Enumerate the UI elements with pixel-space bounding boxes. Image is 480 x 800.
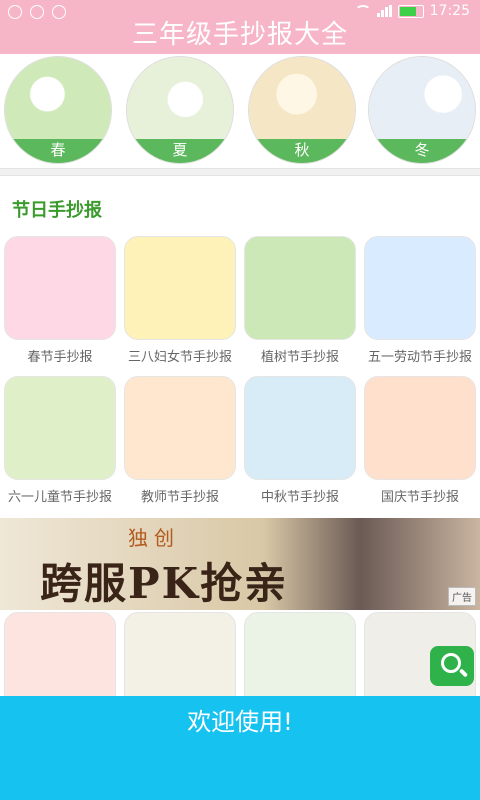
festival-label: 教师节手抄报: [140, 490, 219, 505]
season-label: 夏: [127, 139, 233, 163]
season-spring[interactable]: 春: [4, 56, 112, 164]
welcome-text: 欢迎使用!: [187, 708, 293, 736]
festival-thumbnail: [124, 376, 236, 480]
season-winter[interactable]: 冬: [368, 56, 476, 164]
festival-tile[interactable]: 三八妇女节手抄报: [124, 236, 236, 365]
search-icon: [441, 653, 461, 673]
festival-tile[interactable]: 中秋节手抄报: [244, 376, 356, 505]
season-summer[interactable]: 夏: [126, 56, 234, 164]
page-title: 三年级手抄报大全: [131, 20, 348, 50]
welcome-banner: 欢迎使用!: [0, 696, 480, 800]
festival-tile[interactable]: 教师节手抄报: [124, 376, 236, 505]
festival-tile[interactable]: 植树节手抄报: [244, 236, 356, 365]
festival-thumbnail: [4, 236, 116, 340]
festival-label: 五一劳动节手抄报: [367, 350, 472, 365]
season-row: 春 夏 秋 冬: [0, 54, 480, 166]
festival-label: 中秋节手抄报: [260, 490, 339, 505]
festival-tile[interactable]: 六一儿童节手抄报: [4, 376, 116, 505]
festival-thumbnail: [124, 236, 236, 340]
festival-grid-row-partial: [4, 610, 476, 712]
season-label: 秋: [249, 139, 355, 163]
section-divider: [0, 168, 480, 176]
season-label: 春: [5, 139, 111, 163]
festival-tile[interactable]: 五一劳动节手抄报: [364, 236, 476, 365]
festival-label: 六一儿童节手抄报: [7, 490, 112, 505]
festival-thumbnail: [244, 376, 356, 480]
ad-text-line2: 跨服PK抢亲: [40, 559, 289, 608]
search-button[interactable]: [430, 646, 474, 686]
festival-tile[interactable]: 春节手抄报: [4, 236, 116, 365]
festival-label: 国庆节手抄报: [380, 490, 459, 505]
festival-label: 春节手抄报: [27, 350, 93, 365]
ad-badge: 广告: [448, 587, 476, 606]
festival-label: 三八妇女节手抄报: [127, 350, 232, 365]
festival-thumbnail: [244, 236, 356, 340]
season-autumn[interactable]: 秋: [248, 56, 356, 164]
festival-label: 植树节手抄报: [260, 350, 339, 365]
section-title: 节日手抄报: [12, 200, 102, 221]
ad-banner[interactable]: 独创 跨服PK抢亲 广告: [0, 518, 480, 610]
festival-tile[interactable]: 国庆节手抄报: [364, 376, 476, 505]
festival-thumbnail: [4, 376, 116, 480]
title-bar: 17:25 三年级手抄报大全: [0, 0, 480, 54]
festival-thumbnail: [364, 376, 476, 480]
season-label: 冬: [369, 139, 475, 163]
festival-thumbnail: [364, 236, 476, 340]
ad-text-line1: 独创: [128, 526, 180, 550]
search-icon-handle: [458, 668, 469, 678]
